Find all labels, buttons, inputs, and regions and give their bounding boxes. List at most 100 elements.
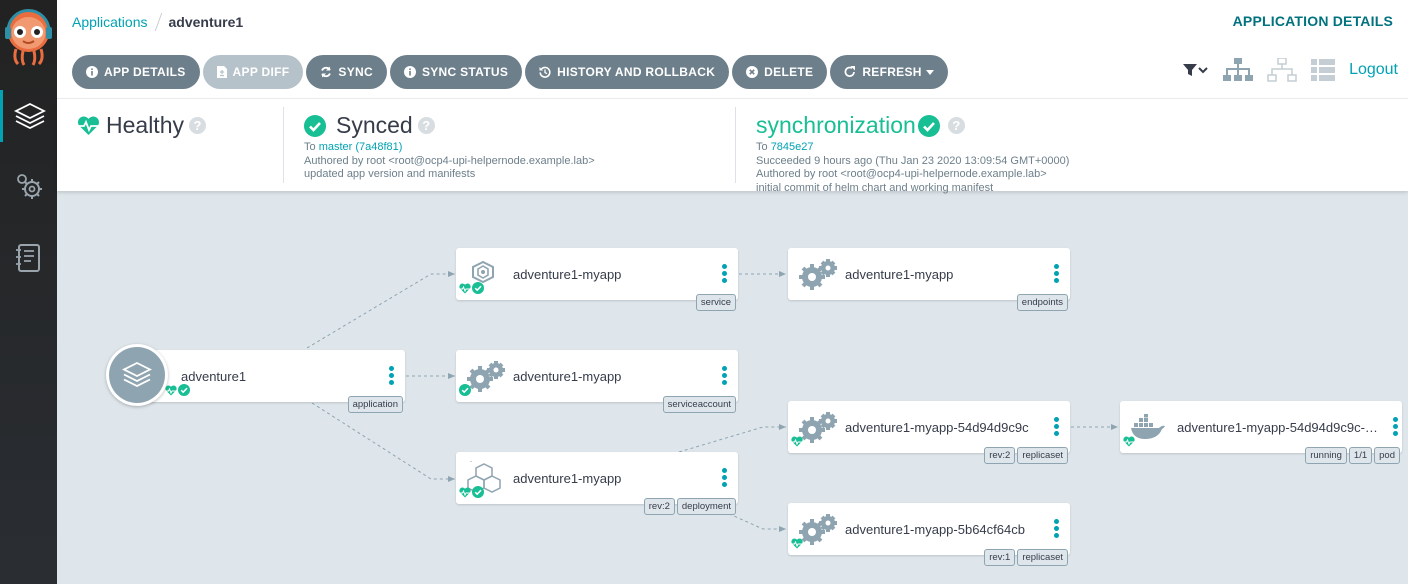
node-revision-tag: rev:2 — [984, 447, 1016, 464]
layers-icon — [14, 102, 46, 130]
sync-message: updated app version and manifests — [304, 168, 476, 180]
help-icon[interactable]: ? — [188, 117, 206, 134]
pod-containers-tag: 1/1 — [1348, 447, 1373, 464]
sync-author: Authored by root <root@ocp4-upi-helperno… — [304, 154, 595, 167]
sync-label: Synced — [336, 112, 413, 138]
tree-node-deployment[interactable]: adventure1-myapp rev:2 deployment — [456, 452, 738, 515]
top-bar: Applications adventure1 APPLICATION DETA… — [57, 0, 1408, 44]
breadcrumb-applications-link[interactable]: Applications — [72, 14, 148, 30]
operation-author: Authored by root <root@ocp4-upi-helperno… — [756, 168, 1047, 180]
info-icon — [403, 66, 416, 78]
pod-status-tag: running — [1305, 447, 1347, 464]
tree-view-icon[interactable] — [1223, 58, 1254, 82]
page-title: APPLICATION DETAILS — [1232, 13, 1393, 29]
tree-node-serviceaccount[interactable]: adventure1-myapp serviceaccount — [456, 350, 738, 413]
file-diff-icon — [216, 66, 227, 78]
heartbeat-icon — [77, 115, 100, 136]
node-name: adventure1-myapp — [845, 267, 954, 282]
node-revision-tag: rev:2 — [643, 498, 675, 515]
node-menu-button[interactable] — [1054, 264, 1060, 283]
healthy-heart-icon — [459, 281, 471, 299]
node-menu-button[interactable] — [722, 264, 728, 283]
tree-node-replicaset[interactable]: adventure1-myapp-5b64cf64cb rev:1 replic… — [788, 503, 1070, 566]
book-icon — [15, 244, 40, 272]
tree-node-replicaset[interactable]: adventure1-myapp-54d94d9c9c rev:2 replic… — [788, 401, 1070, 464]
operation-revision-link[interactable]: 7845e27 — [771, 141, 814, 153]
healthy-heart-icon — [459, 485, 471, 503]
sidebar — [0, 0, 57, 584]
node-menu-button[interactable] — [1054, 417, 1060, 436]
node-kind-tag: pod — [1374, 447, 1400, 464]
healthy-heart-icon — [791, 536, 803, 554]
history-rollback-button[interactable]: HISTORY AND ROLLBACK — [525, 55, 730, 89]
sidebar-item-docs[interactable] — [0, 232, 57, 284]
node-name: adventure1-myapp — [513, 267, 622, 282]
node-kind-tag: replicaset — [1017, 447, 1068, 464]
refresh-icon — [844, 66, 856, 78]
info-icon — [86, 66, 98, 78]
argo-logo-icon[interactable] — [5, 5, 52, 67]
sync-icon — [320, 66, 332, 78]
sync-button[interactable]: SYNC — [306, 55, 387, 89]
tree-node-pod[interactable]: adventure1-myapp-54d94d9c9c-5... running… — [1120, 401, 1402, 464]
sync-status: Synced ? To master (7a48f81) Authored by… — [283, 107, 735, 183]
node-kind-tag: service — [695, 294, 736, 311]
filter-dropdown-icon[interactable] — [1183, 62, 1209, 78]
synced-check-icon — [459, 383, 471, 401]
layers-icon — [121, 361, 153, 388]
tree-node-endpoints[interactable]: adventure1-myapp endpoints — [788, 248, 1070, 311]
refresh-button[interactable]: REFRESH — [830, 55, 948, 89]
gears-icon — [16, 174, 42, 199]
sync-status-button[interactable]: SYNC STATUS — [389, 55, 523, 89]
delete-icon — [746, 66, 759, 78]
node-revision-tag: rev:1 — [984, 549, 1016, 566]
action-bar: APP DETAILS APP DIFF SYNC SYNC STATUS HI… — [72, 55, 948, 89]
node-name: adventure1 — [181, 369, 247, 384]
network-view-icon[interactable] — [1267, 58, 1297, 82]
delete-button[interactable]: DELETE — [732, 55, 828, 89]
health-status: Healthy ? — [77, 107, 282, 183]
node-name: adventure1-myapp-54d94d9c9c-5... — [1177, 420, 1382, 435]
synced-check-icon — [472, 485, 484, 503]
status-panel: Healthy ? Synced ? To master (7a48f81) A… — [57, 98, 1408, 194]
breadcrumb: Applications adventure1 — [72, 13, 243, 31]
view-toolbar: Logout — [1183, 58, 1398, 82]
node-name: adventure1-myapp-5b64cf64cb — [845, 522, 1025, 537]
list-view-icon[interactable] — [1311, 59, 1336, 81]
logout-link[interactable]: Logout — [1349, 61, 1398, 79]
operation-result: Succeeded 9 hours ago (Thu Jan 23 2020 1… — [756, 154, 1070, 167]
synced-check-icon — [472, 281, 484, 299]
sync-revision-link[interactable]: master (7a48f81) — [319, 141, 403, 153]
synced-check-icon — [178, 383, 190, 401]
node-menu-button[interactable] — [722, 468, 728, 487]
sidebar-item-settings[interactable] — [0, 160, 57, 212]
history-icon — [539, 66, 551, 78]
help-icon[interactable]: ? — [947, 117, 965, 134]
check-circle-icon — [304, 114, 326, 137]
node-kind-tag: deployment — [676, 498, 736, 515]
sidebar-item-applications[interactable] — [0, 90, 57, 142]
breadcrumb-separator — [154, 13, 162, 31]
node-menu-button[interactable] — [722, 366, 728, 385]
breadcrumb-current: adventure1 — [168, 14, 244, 30]
application-icon — [106, 344, 168, 406]
node-menu-button[interactable] — [1393, 417, 1399, 436]
operation-label: synchronization — [756, 112, 916, 138]
gears-icon — [788, 256, 848, 292]
app-details-button[interactable]: APP DETAILS — [72, 55, 200, 89]
resource-tree: adventure1 application adventure1-myapp — [57, 191, 1408, 584]
node-kind-tag: endpoints — [1016, 294, 1068, 311]
node-menu-button[interactable] — [389, 366, 395, 385]
app-diff-button[interactable]: APP DIFF — [202, 55, 304, 89]
healthy-heart-icon — [791, 434, 803, 452]
tree-node-application[interactable]: adventure1 application — [139, 350, 405, 413]
node-name: adventure1-myapp — [513, 369, 622, 384]
node-menu-button[interactable] — [1054, 519, 1060, 538]
help-icon[interactable]: ? — [417, 117, 435, 134]
node-kind-tag: application — [347, 396, 403, 413]
healthy-heart-icon — [165, 383, 177, 401]
operation-message: initial commit of helm chart and working… — [756, 181, 994, 194]
check-circle-icon — [917, 114, 940, 137]
caret-down-icon — [925, 69, 934, 75]
tree-node-service[interactable]: adventure1-myapp service — [456, 248, 738, 311]
